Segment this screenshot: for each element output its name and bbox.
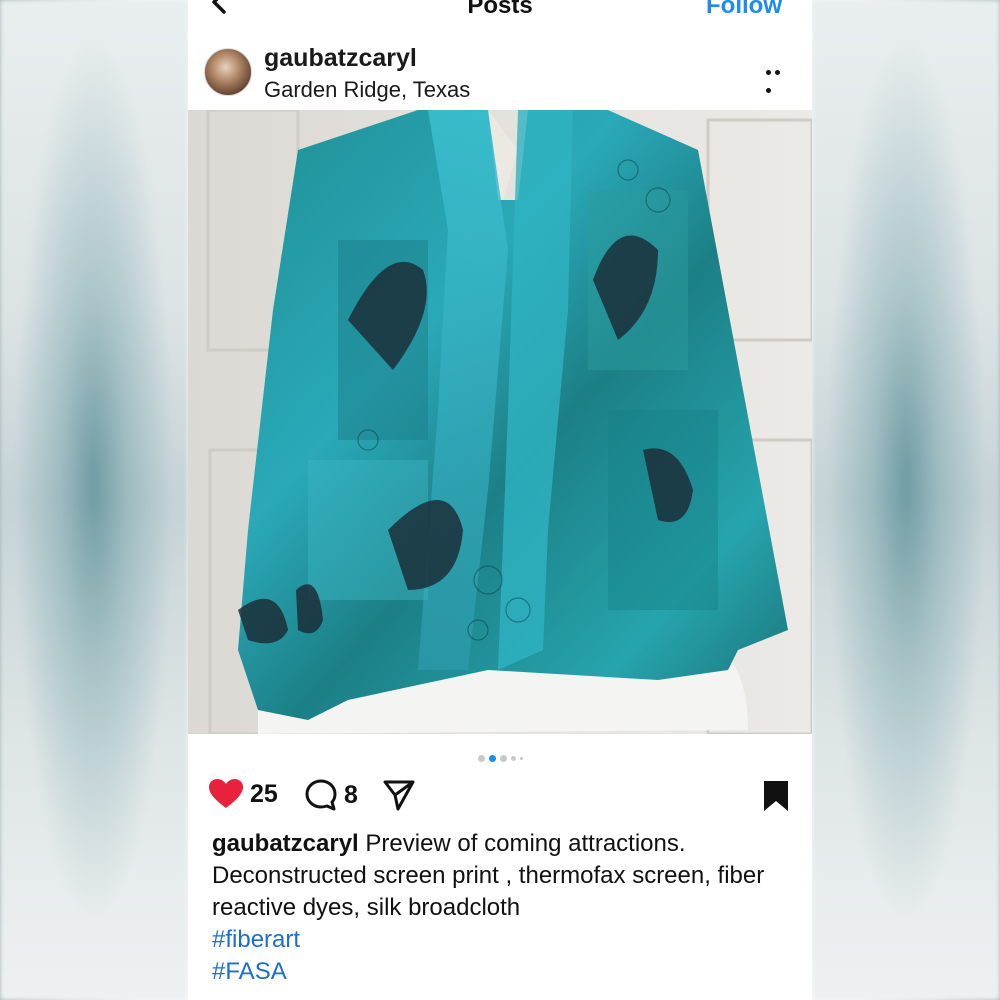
caption-username[interactable]: gaubatzcaryl bbox=[212, 830, 359, 857]
hashtag-link[interactable]: #FASA bbox=[212, 956, 792, 988]
jacket-photo bbox=[188, 110, 812, 734]
carousel-dot bbox=[477, 755, 485, 763]
like-button[interactable]: 25 bbox=[208, 778, 278, 810]
carousel-dot bbox=[499, 755, 507, 763]
carousel-dot-active bbox=[488, 755, 496, 763]
carousel-dot bbox=[510, 756, 516, 762]
post-header: gaubatzcaryl Garden Ridge, Texas bbox=[188, 40, 812, 110]
bookmark-icon[interactable] bbox=[762, 780, 790, 812]
blurred-background-right bbox=[812, 0, 1000, 1000]
more-horizontal-icon[interactable] bbox=[766, 62, 792, 93]
post-username[interactable]: gaubatzcaryl bbox=[264, 44, 417, 73]
heart-icon[interactable] bbox=[208, 778, 244, 810]
post-screen: Posts Follow gaubatzcaryl Garden Ridge, … bbox=[188, 0, 812, 1000]
comment-icon[interactable] bbox=[304, 778, 338, 812]
like-count: 25 bbox=[250, 779, 278, 808]
carousel-dot bbox=[519, 757, 523, 761]
send-icon[interactable] bbox=[382, 778, 416, 812]
post-location[interactable]: Garden Ridge, Texas bbox=[264, 77, 470, 103]
post-image[interactable] bbox=[188, 110, 812, 734]
carousel-indicator bbox=[188, 750, 812, 763]
blurred-background-left bbox=[0, 0, 188, 1000]
post-caption: gaubatzcaryl Preview of coming attractio… bbox=[212, 828, 792, 988]
avatar[interactable] bbox=[204, 48, 252, 96]
action-bar: 25 8 bbox=[188, 772, 812, 820]
follow-button[interactable]: Follow bbox=[706, 0, 782, 20]
top-bar: Posts Follow bbox=[188, 0, 812, 32]
comment-count: 8 bbox=[344, 780, 358, 809]
share-button[interactable] bbox=[382, 778, 416, 812]
comment-button[interactable]: 8 bbox=[304, 778, 358, 812]
hashtag-link[interactable]: #fiberart bbox=[212, 924, 792, 956]
